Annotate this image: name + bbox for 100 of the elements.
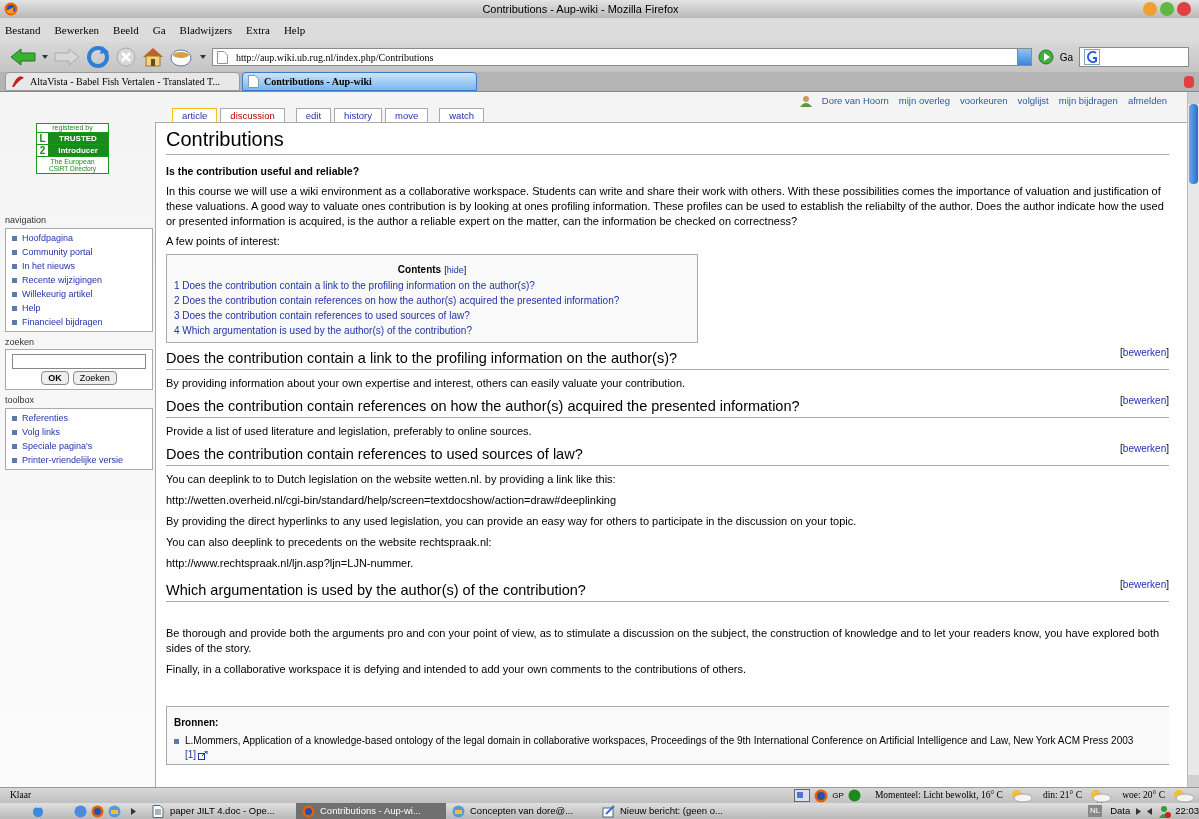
- user-link[interactable]: Dore van Hoorn: [821, 93, 889, 109]
- sidebar-link[interactable]: Hoofdpagina: [22, 230, 74, 245]
- sidebar-link[interactable]: In het nieuws: [22, 258, 76, 273]
- external-link-icon: [198, 750, 209, 760]
- sidebar-link[interactable]: Volg links: [22, 424, 61, 439]
- network-user-icon: [1158, 804, 1172, 818]
- weather-text: din: 21° C: [1042, 789, 1083, 803]
- paragraph: By providing information about your own expertise and interest, others can easily valuate your contribution.: [166, 376, 687, 391]
- portlet-title: toolbox: [5, 394, 36, 407]
- menu-item[interactable]: Help: [283, 21, 306, 39]
- section-heading: Does the contribution contain references on how the author(s) acquired the presented information?: [166, 397, 801, 416]
- sidebar-link[interactable]: Willekeurig artikel: [22, 286, 93, 301]
- close-button[interactable]: [1177, 2, 1191, 16]
- mail-icon: [452, 804, 465, 818]
- sun-cloud-icon: [1171, 788, 1195, 803]
- page-tab[interactable]: watch: [439, 108, 485, 122]
- bullet-icon: [12, 277, 17, 283]
- document-icon: [152, 804, 165, 818]
- close-tab-button[interactable]: [1184, 76, 1194, 88]
- page-tab[interactable]: discussion: [220, 108, 285, 122]
- user-link[interactable]: volglijst: [1017, 93, 1049, 109]
- mail-icon: [108, 804, 121, 818]
- paragraph: http://wetten.overheid.nl/cgi-bin/standard/help/screen=textdocshow/action=draw#deeplinking: [166, 493, 618, 508]
- paragraph: A few points of interest:: [166, 234, 281, 249]
- menu-item[interactable]: Ga: [152, 21, 166, 39]
- user-link[interactable]: voorkeuren: [960, 93, 1008, 109]
- sidebar-link[interactable]: Referenties: [22, 410, 69, 425]
- edit-link[interactable]: [bewerken]: [1120, 441, 1169, 456]
- sidebar-link[interactable]: Printer-vriendelijke versie: [22, 452, 124, 467]
- menu-item[interactable]: Extra: [246, 21, 270, 39]
- page-tab[interactable]: move: [385, 108, 429, 122]
- go-button[interactable]: Ga: [1059, 49, 1073, 65]
- bullet-icon: [12, 263, 17, 269]
- firefox-icon: [91, 804, 104, 818]
- weather-text: woe: 20° C: [1122, 789, 1165, 803]
- paragraph: You can deeplink to to Dutch legislation on the website wetten.nl. by providing a link like this:: [166, 472, 617, 487]
- page-tab[interactable]: history: [334, 108, 382, 122]
- sidebar-link[interactable]: Speciale pagina's: [22, 438, 93, 453]
- sidebar-link[interactable]: Help: [22, 300, 41, 315]
- menu-item[interactable]: Bestand: [5, 21, 41, 39]
- menu-item[interactable]: Bewerken: [54, 21, 100, 39]
- chevron-icon: [131, 807, 136, 815]
- reference-text: L.Mommers, Application of a knowledge-based ontology of the legal domain in collaborative workspaces, Proceedings of the 9th International Conference on Artificial Intelligence and Law, New York ACM Press 2003 [1]: [185, 734, 1135, 762]
- bullet-icon: [12, 249, 17, 255]
- contents-link[interactable]: 4 Which argumentation is used by the author(s) of the contribution?: [174, 323, 690, 338]
- bullet-icon: [12, 429, 17, 435]
- portlet-title: zoeken: [5, 335, 36, 349]
- sidebar-link[interactable]: Recente wijzigingen: [22, 272, 103, 287]
- contents-title: Contents: [397, 264, 442, 275]
- go-icon: [1037, 49, 1054, 65]
- search-input[interactable]: [12, 354, 146, 369]
- section-heading: Does the contribution contain references to used sources of law?: [166, 445, 584, 464]
- section-heading: Which argumentation is used by the author(s) of the contribution?: [166, 581, 587, 600]
- contents-link[interactable]: 3 Does the contribution contain references to used sources of law?: [174, 308, 690, 323]
- pen-icon: [602, 804, 615, 818]
- user-link[interactable]: mijn bijdragen: [1058, 93, 1118, 109]
- teacup-icon: [170, 47, 194, 67]
- user-icon: [799, 95, 812, 107]
- browser-tab[interactable]: AltaVista - Babel Fish Vertalen - Translated T...: [5, 72, 240, 91]
- sidebar-link[interactable]: Community portal: [22, 244, 93, 259]
- page-tab[interactable]: article: [172, 108, 218, 122]
- contents-link[interactable]: 2 Does the contribution contain references on how the author(s) acquired the presented information?: [174, 293, 690, 308]
- panel-icon: [794, 789, 811, 802]
- dropdown-button[interactable]: [1016, 49, 1031, 65]
- user-link[interactable]: afmelden: [1127, 93, 1167, 109]
- contents-link[interactable]: 1 Does the contribution contain a link to the profiling information on the author(s)?: [174, 278, 690, 293]
- ok-button[interactable]: OK: [41, 371, 69, 385]
- menu-item[interactable]: Beeld: [113, 21, 139, 39]
- search-engine-icon: [1084, 49, 1102, 65]
- page-title: Contributions: [166, 125, 1169, 155]
- taskbar-button[interactable]: Nieuw bericht: (geen o...: [596, 803, 746, 819]
- reload-icon: [86, 46, 110, 68]
- sidebar-link[interactable]: Financieel bijdragen: [22, 314, 103, 329]
- bullet-icon: [12, 457, 17, 463]
- search-field[interactable]: [1079, 47, 1189, 67]
- reference-link[interactable]: [1]: [185, 748, 209, 762]
- edit-link[interactable]: [bewerken]: [1120, 577, 1169, 592]
- page-tab[interactable]: edit: [295, 108, 332, 122]
- search-button[interactable]: Zoeken: [72, 371, 117, 385]
- scrollbar[interactable]: [1187, 92, 1199, 787]
- taskbar-button[interactable]: Concepten van dore@...: [446, 803, 596, 819]
- taskbar-button[interactable]: Contributions - Aup-wi...: [296, 803, 446, 819]
- toolbar-label[interactable]: Data: [1110, 803, 1131, 819]
- maximize-button[interactable]: [1160, 2, 1174, 16]
- browser-tab[interactable]: Contributions - Aup-wiki: [242, 72, 477, 91]
- dropdown-caret-icon: [200, 55, 206, 59]
- edit-link[interactable]: [bewerken]: [1120, 393, 1169, 408]
- bullet-icon: [12, 319, 17, 325]
- bullet-icon: [12, 291, 17, 297]
- language-indicator[interactable]: NL: [1087, 805, 1103, 817]
- user-link[interactable]: mijn overleg: [898, 93, 951, 109]
- edit-link[interactable]: [bewerken]: [1120, 345, 1169, 360]
- taskbar-button[interactable]: paper JILT 4.doc - Ope...: [146, 803, 296, 819]
- cloud-rain-icon: [1088, 788, 1113, 803]
- page-icon: [217, 50, 228, 64]
- address-field[interactable]: http://aup.wiki.ub.rug.nl/index.php/Contributions: [212, 48, 1032, 66]
- paragraph: Provide a list of used literature and legislation, preferably to online sources.: [166, 424, 533, 439]
- paragraph: Be thorough and provide both the arguments pro and con your point of view, as to stimulate a discussion on the subject, the construction of knowledge and to let your readers know, you have explored both sides of the story.: [166, 626, 1161, 656]
- menu-item[interactable]: Bladwijzers: [179, 21, 233, 39]
- hide-link[interactable]: [hide]: [444, 265, 467, 275]
